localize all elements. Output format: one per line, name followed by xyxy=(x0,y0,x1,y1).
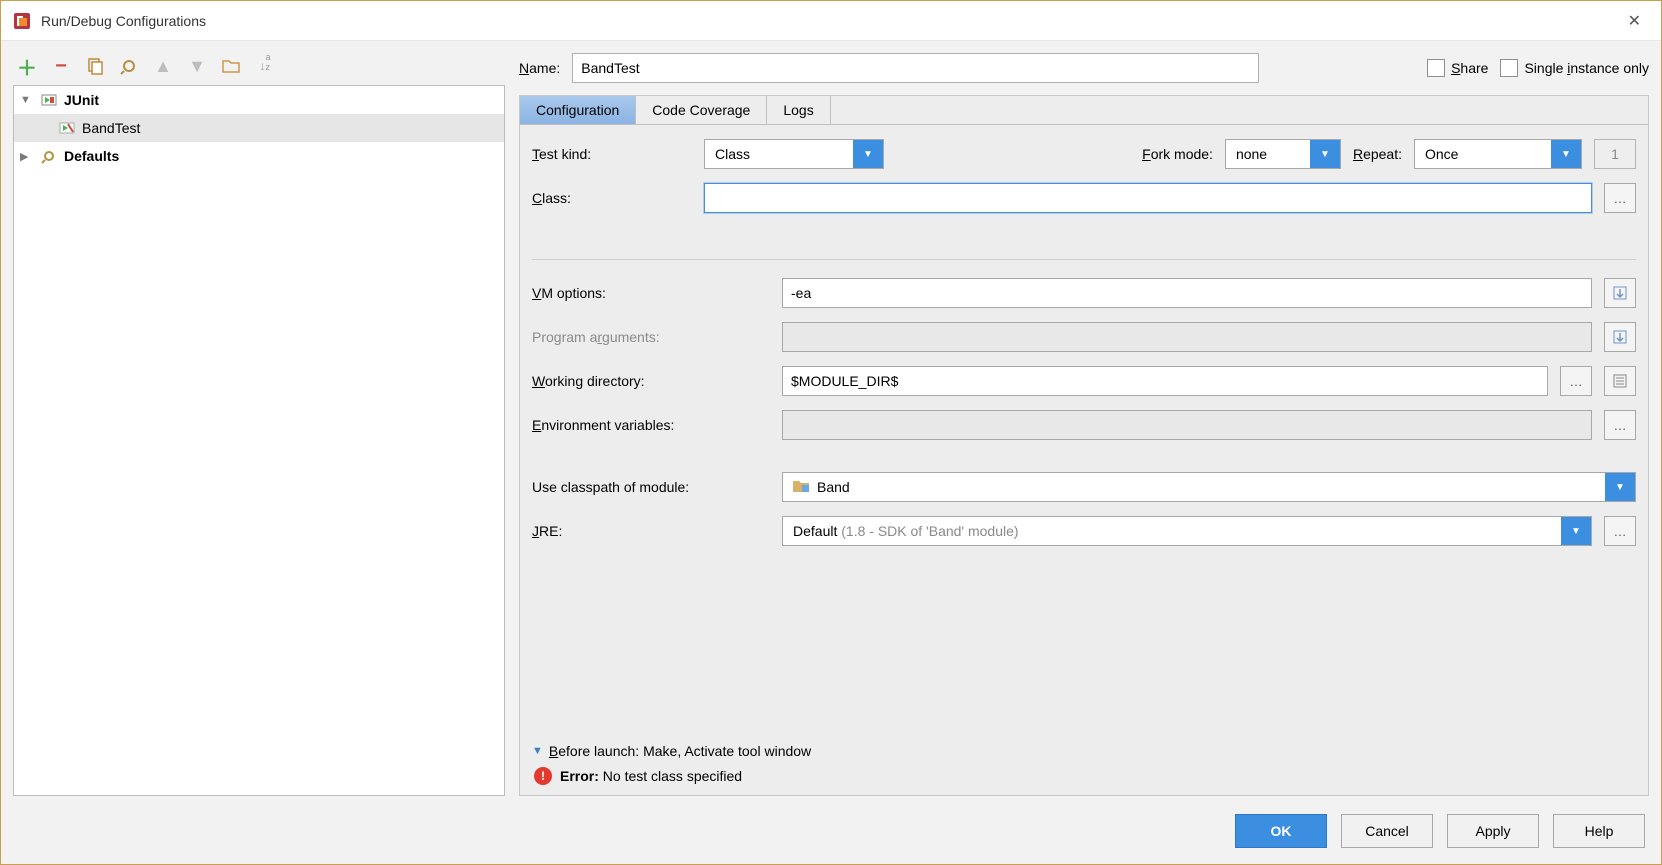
share-checkbox[interactable]: Share xyxy=(1427,59,1488,77)
add-icon[interactable]: ＋ xyxy=(17,56,37,76)
chevron-down-icon: ▼ xyxy=(532,745,543,757)
content-area: ＋ − ▲ ▼ ↓az ▼ xyxy=(1,41,1661,864)
app-icon xyxy=(13,12,31,30)
expand-vm-icon[interactable] xyxy=(1604,278,1636,308)
tree-node-defaults[interactable]: ▶ Defaults xyxy=(14,142,504,170)
env-vars-label: Environment variables: xyxy=(532,417,770,433)
checkbox-icon xyxy=(1500,59,1518,77)
chevron-down-icon[interactable]: ▼ xyxy=(1310,140,1340,168)
error-row: ! Error: No test class specified xyxy=(532,759,1636,785)
tree-label-junit: JUnit xyxy=(64,92,99,108)
class-label: Class: xyxy=(532,190,692,206)
vm-options-label: VM options: xyxy=(532,285,770,301)
forkmode-label: Fork mode: xyxy=(1142,146,1213,162)
move-down-icon[interactable]: ▼ xyxy=(187,56,207,76)
titlebar: Run/Debug Configurations ✕ xyxy=(1,1,1661,41)
apply-button[interactable]: Apply xyxy=(1447,814,1539,848)
program-args-input xyxy=(782,322,1592,352)
jre-hint: (1.8 - SDK of 'Band' module) xyxy=(841,523,1018,539)
jre-browse-button[interactable]: … xyxy=(1604,516,1636,546)
jre-value: Default xyxy=(793,523,841,539)
divider xyxy=(532,259,1636,260)
tree-label-defaults: Defaults xyxy=(64,148,119,164)
share-label: Share xyxy=(1451,60,1488,76)
testkind-value: Class xyxy=(705,146,853,162)
vm-options-input[interactable] xyxy=(782,278,1592,308)
tree-label-bandtest: BandTest xyxy=(82,120,140,136)
junit-item-icon xyxy=(58,120,76,136)
config-toolbar: ＋ − ▲ ▼ ↓az xyxy=(13,51,505,85)
form-area: Test kind: Class ▼ Fork mode: none ▼ Rep… xyxy=(520,125,1648,795)
tree-node-bandtest[interactable]: BandTest xyxy=(14,114,504,142)
chevron-right-icon[interactable]: ▶ xyxy=(20,150,34,163)
expand-args-icon[interactable] xyxy=(1604,322,1636,352)
class-input[interactable] xyxy=(704,183,1592,213)
chevron-down-icon[interactable]: ▼ xyxy=(20,94,34,106)
remove-icon[interactable]: − xyxy=(51,56,71,76)
jre-combo[interactable]: Default (1.8 - SDK of 'Band' module) ▼ xyxy=(782,516,1592,546)
testkind-label: Test kind: xyxy=(532,146,692,162)
config-tree[interactable]: ▼ JUnit BandTest ▶ xyxy=(13,85,505,796)
forkmode-value: none xyxy=(1226,146,1310,162)
error-label: Error: xyxy=(560,768,599,784)
window-title: Run/Debug Configurations xyxy=(41,13,206,29)
program-args-label: Program arguments: xyxy=(532,329,770,345)
tab-configuration[interactable]: Configuration xyxy=(520,96,636,124)
move-up-icon[interactable]: ▲ xyxy=(153,56,173,76)
single-instance-checkbox[interactable]: Single instance only xyxy=(1500,59,1649,77)
chevron-down-icon[interactable]: ▼ xyxy=(1551,140,1581,168)
settings-wrench-icon[interactable] xyxy=(119,56,139,76)
close-icon[interactable]: ✕ xyxy=(1620,7,1649,35)
single-instance-label: Single instance only xyxy=(1524,60,1649,76)
config-pane: Configuration Code Coverage Logs Test ki… xyxy=(519,95,1649,796)
browse-class-button[interactable]: … xyxy=(1604,183,1636,213)
tree-node-junit[interactable]: ▼ JUnit xyxy=(14,86,504,114)
working-dir-input[interactable] xyxy=(782,366,1548,396)
before-launch-toggle[interactable]: ▼ Before launch: Make, Activate tool win… xyxy=(532,735,1636,759)
error-icon: ! xyxy=(534,767,552,785)
sort-az-icon[interactable]: ↓az xyxy=(255,56,275,76)
left-panel: ＋ − ▲ ▼ ↓az ▼ xyxy=(13,51,505,796)
folder-icon[interactable] xyxy=(221,56,241,76)
tab-code-coverage[interactable]: Code Coverage xyxy=(636,96,767,124)
classpath-module-combo[interactable]: Band ▼ xyxy=(782,472,1636,502)
tab-logs[interactable]: Logs xyxy=(767,96,830,124)
chevron-down-icon[interactable]: ▼ xyxy=(1605,473,1635,501)
classpath-module-value: Band xyxy=(817,479,850,495)
testkind-combo[interactable]: Class ▼ xyxy=(704,139,884,169)
name-label: Name: xyxy=(519,60,560,76)
checkbox-icon xyxy=(1427,59,1445,77)
right-panel: Name: Share Single instance only Configu… xyxy=(519,51,1649,796)
jre-label: JRE: xyxy=(532,523,770,539)
before-launch-label: Before launch: Make, Activate tool windo… xyxy=(549,743,811,759)
classpath-module-label: Use classpath of module: xyxy=(532,479,770,495)
browse-workdir-button[interactable]: … xyxy=(1560,366,1592,396)
wrench-gear-icon xyxy=(40,148,58,164)
cancel-button[interactable]: Cancel xyxy=(1341,814,1433,848)
chevron-down-icon[interactable]: ▼ xyxy=(1561,517,1591,545)
junit-icon xyxy=(40,92,58,108)
dialog-buttons: OK Cancel Apply Help xyxy=(13,796,1649,852)
workdir-list-icon[interactable] xyxy=(1604,366,1636,396)
working-dir-label: Working directory: xyxy=(532,373,770,389)
repeat-value: Once xyxy=(1415,146,1551,162)
repeat-label: Repeat: xyxy=(1353,146,1402,162)
name-input[interactable] xyxy=(572,53,1259,83)
repeat-combo[interactable]: Once ▼ xyxy=(1414,139,1582,169)
error-message: No test class specified xyxy=(599,768,742,784)
chevron-down-icon[interactable]: ▼ xyxy=(853,140,883,168)
copy-icon[interactable] xyxy=(85,56,105,76)
forkmode-combo[interactable]: none ▼ xyxy=(1225,139,1341,169)
env-vars-browse-button[interactable]: … xyxy=(1604,410,1636,440)
ok-button[interactable]: OK xyxy=(1235,814,1327,848)
module-icon xyxy=(793,479,809,496)
repeat-count-input xyxy=(1594,139,1636,169)
env-vars-input[interactable] xyxy=(782,410,1592,440)
help-button[interactable]: Help xyxy=(1553,814,1645,848)
